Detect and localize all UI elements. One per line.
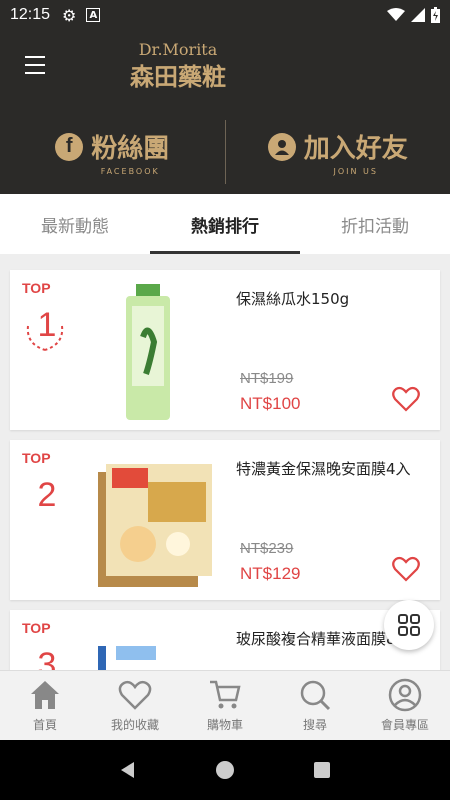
top-label: TOP [22, 620, 51, 636]
favorite-heart-icon[interactable] [392, 556, 420, 582]
person-icon [267, 132, 296, 161]
status-bar: 12:15 ⚙ A [0, 0, 450, 30]
rank-number: 2 [37, 476, 57, 514]
sale-price: NT$100 [240, 394, 301, 413]
facebook-fans-button[interactable]: f 粉絲團 FACEBOOK [0, 110, 225, 194]
tab-discounts[interactable]: 折扣活動 [300, 194, 450, 254]
nav-member-label: 會員專區 [380, 718, 429, 732]
product-card[interactable]: TOP 1 保濕絲瓜水150g NT$199 NT$100 [10, 270, 440, 430]
facebook-icon: f [55, 132, 84, 161]
nav-search[interactable]: 搜尋 [270, 671, 360, 740]
nav-cart-label: 購物車 [206, 718, 243, 732]
nav-home[interactable]: 首頁 [0, 671, 90, 740]
facebook-subtitle: FACEBOOK [100, 167, 160, 176]
recents-icon[interactable] [312, 760, 332, 780]
join-friend-button[interactable]: 加入好友 JOIN US [226, 110, 450, 194]
heart-icon [118, 680, 152, 710]
social-banner: f 粉絲團 FACEBOOK 加入好友 JOIN US [0, 110, 450, 194]
nav-home-label: 首頁 [32, 718, 57, 732]
join-subtitle: JOIN US [333, 167, 378, 176]
grid-icon [398, 614, 420, 636]
product-image-golden-mask [98, 464, 212, 587]
brand-name-zh: 森田藥粧 [130, 62, 226, 91]
product-card[interactable]: TOP 2 特濃黃金保濕晚安面膜4入 NT$239 NT$129 [10, 440, 440, 600]
top-label: TOP [22, 450, 51, 466]
product-name: 保濕絲瓜水150g [236, 290, 350, 308]
home-icon [31, 681, 59, 709]
nav-member[interactable]: 會員專區 [360, 671, 450, 740]
cart-icon [210, 680, 241, 709]
grid-view-button[interactable] [384, 600, 434, 650]
original-price: NT$239 [240, 540, 294, 557]
favorite-heart-icon[interactable] [392, 386, 420, 412]
back-icon[interactable] [118, 760, 138, 780]
search-icon [300, 680, 331, 711]
tab-bar: 最新動態 熱銷排行 折扣活動 [0, 194, 450, 254]
facebook-title: 粉絲團 [91, 134, 170, 164]
gear-icon: ⚙ [62, 5, 77, 25]
battery-icon [431, 7, 440, 23]
nav-cart[interactable]: 購物車 [180, 671, 270, 740]
home-circle-icon[interactable] [215, 760, 235, 780]
system-navigation-bar [0, 740, 450, 800]
brand-logo: Dr.Morita 森田藥粧 [130, 40, 226, 92]
product-name: 特濃黃金保濕晚安面膜4入 [236, 460, 411, 478]
nav-favorites-label: 我的收藏 [110, 718, 159, 732]
rank-number: 3 [37, 646, 57, 670]
bottom-navigation: 首頁 我的收藏 購物車 搜尋 會員專區 [0, 670, 450, 740]
tab-latest-news[interactable]: 最新動態 [0, 194, 150, 254]
nav-search-label: 搜尋 [302, 718, 327, 732]
status-time: 12:15 [10, 6, 51, 23]
user-icon [388, 678, 422, 712]
join-title: 加入好友 [303, 134, 408, 164]
laurel-icon [26, 325, 64, 351]
sale-price: NT$129 [240, 564, 301, 583]
wifi-icon [387, 8, 405, 21]
product-image-hyaluronic-mask [98, 640, 210, 670]
nav-favorites[interactable]: 我的收藏 [90, 671, 180, 740]
a-notification-icon: A [86, 8, 101, 22]
product-card[interactable]: TOP 3 玻尿酸複合精華液面膜8入 [10, 610, 440, 670]
product-list: TOP 1 保濕絲瓜水150g NT$199 NT$100 TOP 2 特濃黃金… [0, 254, 450, 670]
product-image-loofah-toner [126, 284, 170, 420]
original-price: NT$199 [240, 370, 294, 387]
tab-hot-ranking[interactable]: 熱銷排行 [150, 194, 300, 254]
signal-icon [411, 8, 425, 22]
top-label: TOP [22, 280, 51, 296]
menu-icon[interactable] [25, 56, 45, 74]
app-header: Dr.Morita 森田藥粧 [0, 30, 450, 110]
